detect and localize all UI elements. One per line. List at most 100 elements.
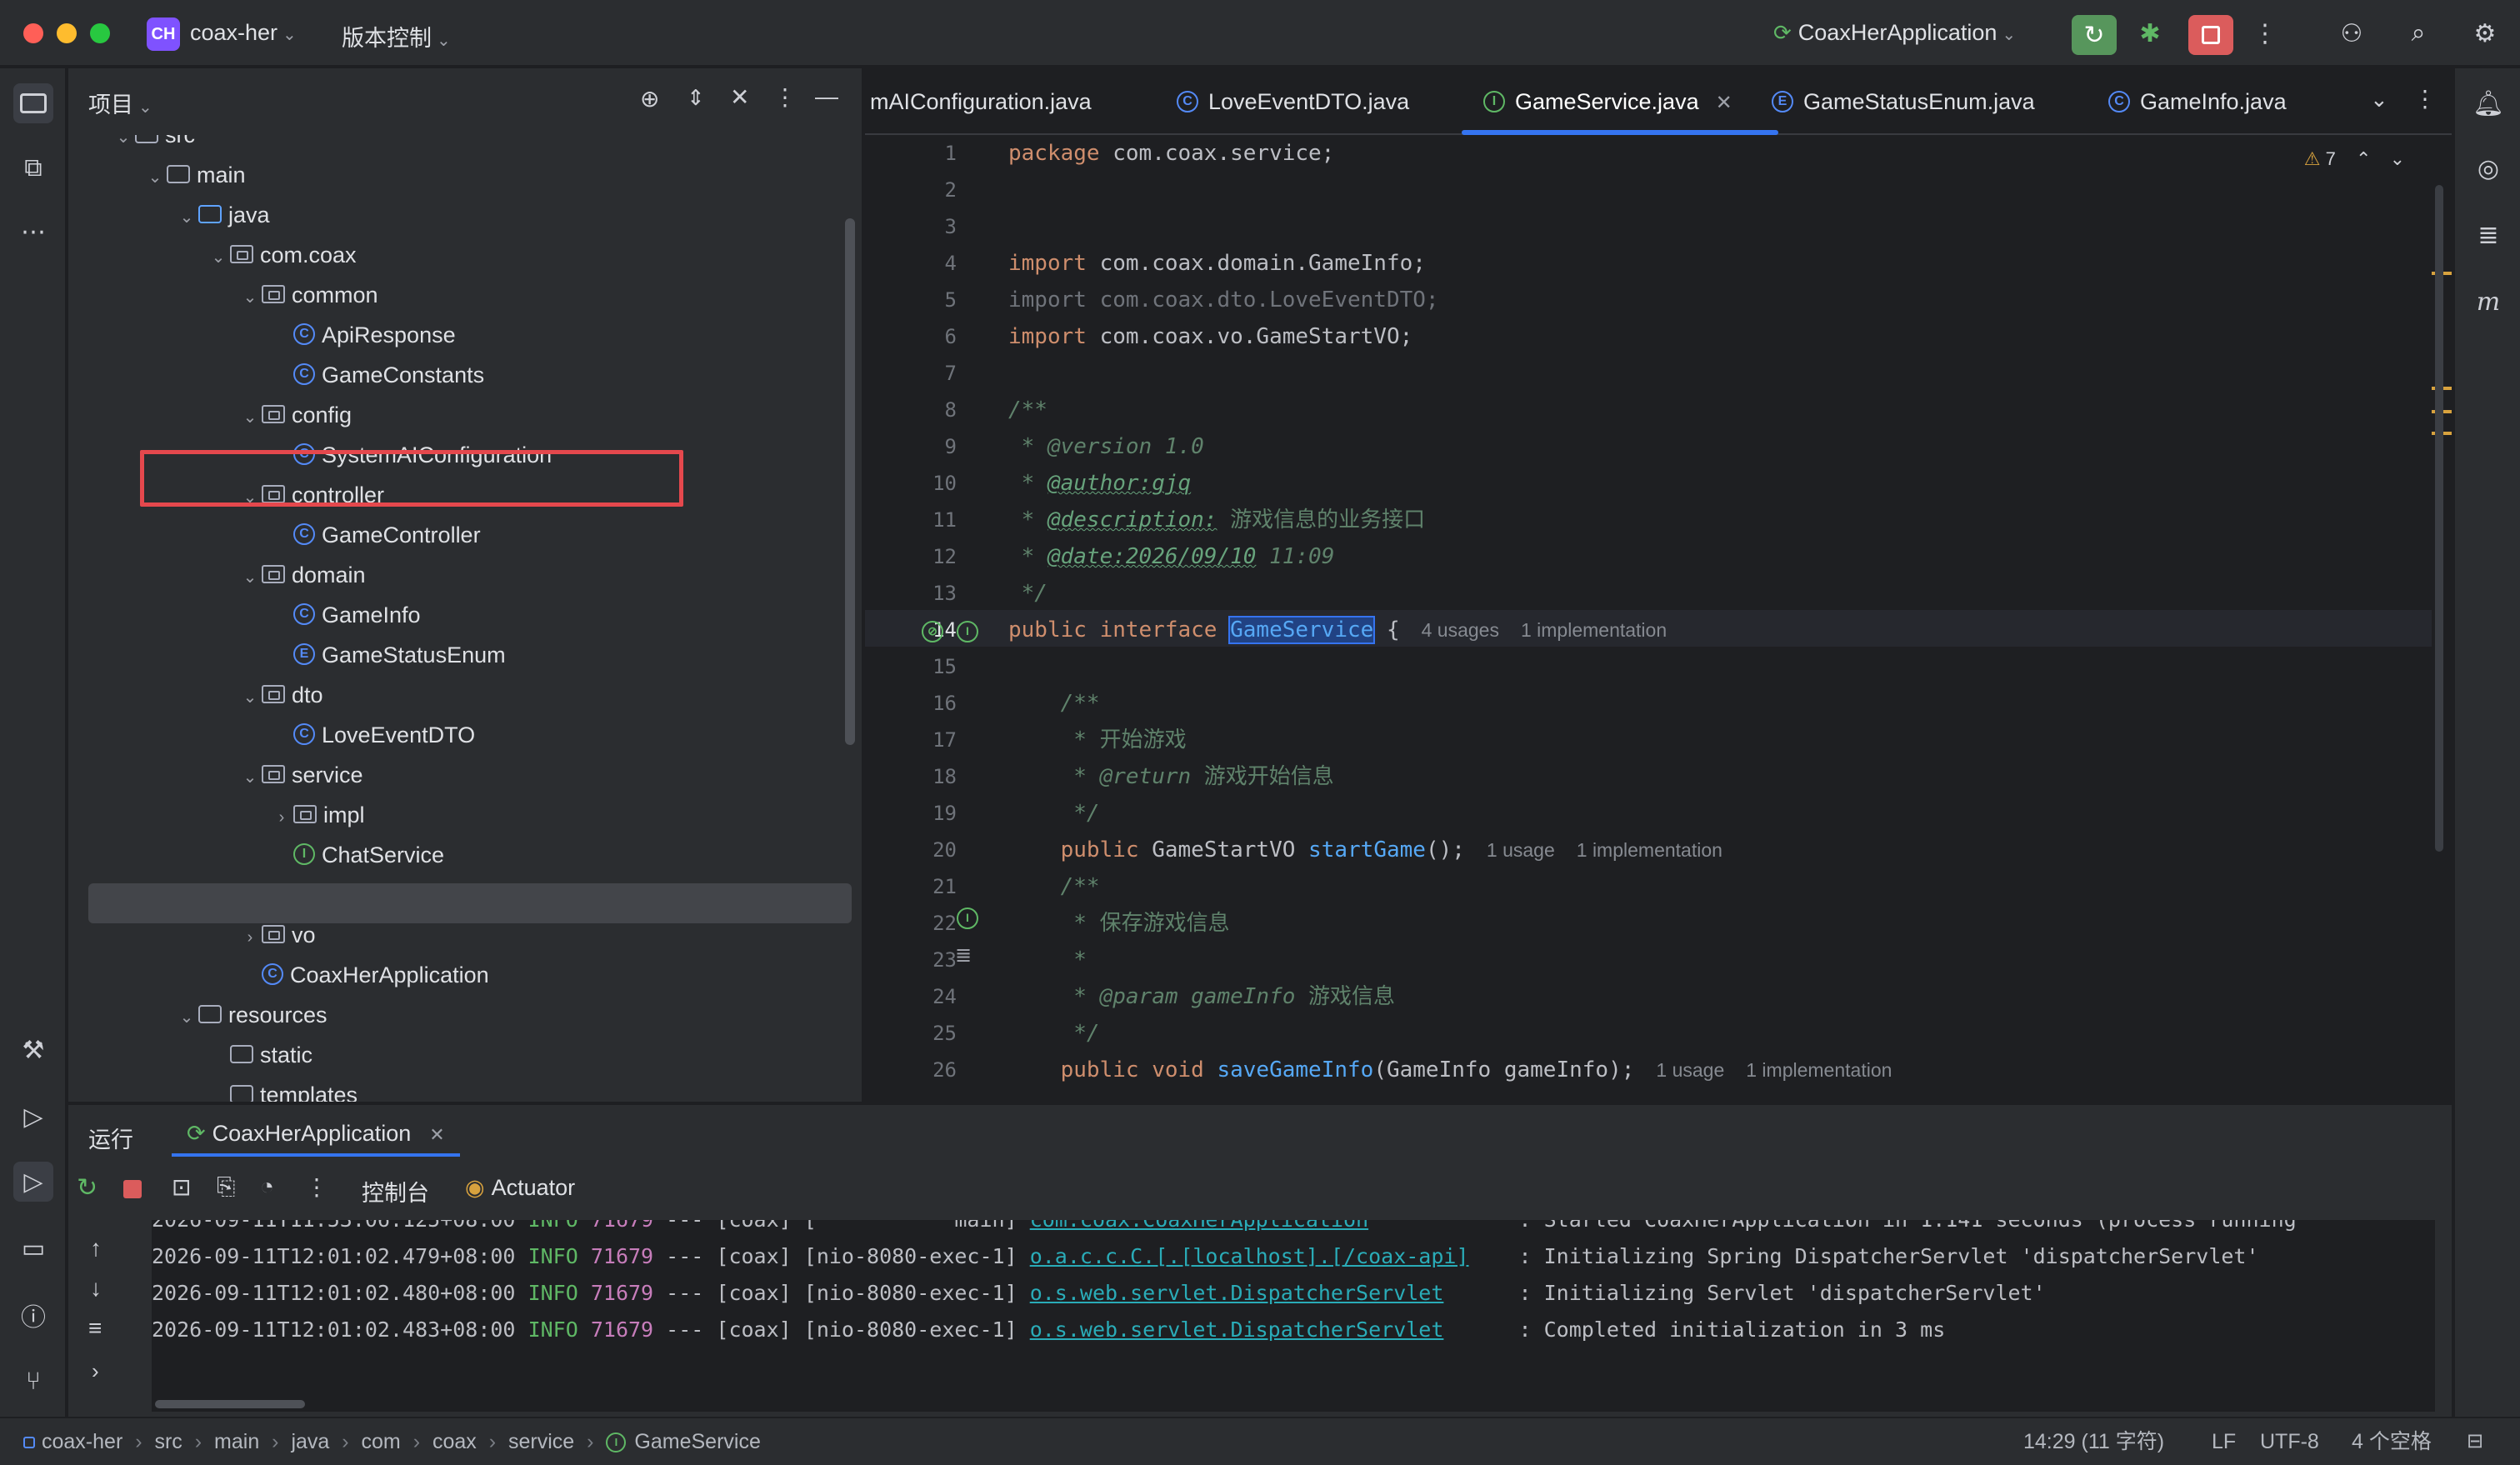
tree-item[interactable]: ⌄ resources xyxy=(68,995,852,1035)
chevron-down-icon[interactable]: ⌄ xyxy=(175,998,198,1038)
project-badge[interactable]: CH xyxy=(147,18,180,51)
tab-game-info[interactable]: C GameInfo.java xyxy=(2108,68,2287,135)
tree-item[interactable]: ⌄ main xyxy=(68,155,852,195)
breadcrumb-item[interactable]: service xyxy=(508,1430,574,1453)
git-branch-icon[interactable]: ⑂ xyxy=(13,1362,53,1402)
database-icon[interactable]: ≣ xyxy=(2468,215,2508,255)
run-more-icon[interactable]: ⋮ xyxy=(305,1173,328,1201)
problems-icon[interactable]: ⓘ xyxy=(13,1295,53,1335)
window-zoom-button[interactable] xyxy=(90,23,110,43)
more-tools-icon[interactable]: ⋯ xyxy=(13,212,53,252)
line-separator[interactable]: LF xyxy=(2212,1418,2236,1465)
panel-options-icon[interactable]: ⋮ xyxy=(773,83,797,111)
ai-assistant-icon[interactable]: ◎ xyxy=(2468,148,2508,188)
tree-item[interactable]: ⌄ service xyxy=(68,755,852,795)
close-tab-icon[interactable]: ✕ xyxy=(1716,92,1732,114)
breadcrumb-item[interactable]: com xyxy=(362,1430,401,1453)
breadcrumb-item[interactable]: coax-her xyxy=(42,1430,122,1453)
tree-item[interactable]: C GameInfo xyxy=(68,595,852,635)
more-actions-icon[interactable]: ⋮ xyxy=(2247,15,2283,52)
breadcrumb-item[interactable]: GameService xyxy=(634,1430,760,1453)
tree-item[interactable]: ⌄ src xyxy=(68,135,852,155)
tab-game-status-enum[interactable]: E GameStatusEnum.java xyxy=(1772,68,2035,135)
stop-icon[interactable] xyxy=(123,1180,142,1198)
chevron-right-icon[interactable]: › xyxy=(270,798,293,838)
stop-button[interactable] xyxy=(2188,15,2233,55)
tab-game-service[interactable]: I GameService.java ✕ xyxy=(1483,68,1732,135)
tree-item[interactable]: ⌄ dto xyxy=(68,675,852,715)
chevron-down-icon[interactable]: ⌄ xyxy=(175,198,198,238)
breadcrumb-item[interactable]: main xyxy=(214,1430,259,1453)
chevron-down-icon[interactable]: ⌄ xyxy=(238,758,262,798)
usages-hint[interactable]: 4 usages xyxy=(1422,619,1499,641)
breadcrumb-item[interactable]: coax xyxy=(432,1430,477,1453)
project-tool-folder-icon[interactable] xyxy=(13,83,53,123)
tree-item[interactable]: ⌄ common xyxy=(68,275,852,315)
window-close-button[interactable] xyxy=(23,23,43,43)
tree-item[interactable]: › impl xyxy=(68,795,852,835)
log-logger[interactable]: o.a.c.c.C.[.[localhost].[/coax-api] xyxy=(1030,1244,1469,1268)
soft-wrap-icon[interactable]: ≡ xyxy=(88,1315,102,1342)
expand-chevron-icon[interactable]: › xyxy=(92,1358,99,1384)
doc-render-toggle-icon[interactable]: ≣ xyxy=(955,943,972,968)
tree-item[interactable]: ⌄ java xyxy=(68,195,852,235)
services-icon[interactable]: ▷ xyxy=(13,1097,53,1137)
actuator-tab[interactable]: ◉ Actuator xyxy=(465,1175,575,1201)
chevron-down-icon[interactable]: ⌄ xyxy=(238,398,262,438)
debug-icon[interactable]: ✱ xyxy=(2132,15,2168,52)
settings-icon[interactable]: ⚙ xyxy=(2467,15,2503,52)
tree-item[interactable]: C ApiResponse xyxy=(68,315,852,355)
close-tab-icon[interactable]: ✕ xyxy=(429,1124,444,1145)
search-icon[interactable]: ⌕ xyxy=(2400,15,2437,52)
tree-item[interactable]: templates xyxy=(68,1075,852,1102)
file-encoding[interactable]: UTF-8 xyxy=(2260,1418,2319,1465)
hide-panel-icon[interactable]: — xyxy=(815,83,838,110)
project-view-selector[interactable]: 项目 ⌄ xyxy=(88,87,152,119)
terminal-icon[interactable]: ▭ xyxy=(13,1228,53,1268)
maven-icon[interactable]: m xyxy=(2468,282,2508,322)
chevron-down-icon[interactable]: ⌄ xyxy=(238,678,262,718)
tabs-dropdown-chevron-icon[interactable]: ⌄ xyxy=(2370,87,2388,112)
scroll-up-arrow-icon[interactable]: ↑ xyxy=(90,1235,102,1262)
chevron-down-icon[interactable]: ⌄ xyxy=(238,558,262,598)
chevron-right-icon[interactable]: › xyxy=(238,918,262,958)
lock-icon[interactable]: ⊟ xyxy=(2467,1418,2483,1465)
project-tree-scrollbar[interactable] xyxy=(845,218,855,745)
tabs-more-icon[interactable]: ⋮ xyxy=(2413,85,2437,112)
console-output[interactable]: 2026-09-11T11:53:06.125+08:00 INFO 71679… xyxy=(152,1220,2435,1412)
editor-scrollbar[interactable] xyxy=(2435,185,2443,852)
usages-hint[interactable]: 1 usage xyxy=(1656,1059,1724,1081)
tab-love-event-dto[interactable]: C LoveEventDTO.java xyxy=(1177,68,1409,135)
rerun-button[interactable]: ↻ xyxy=(2072,15,2117,55)
tree-item[interactable]: static xyxy=(68,1035,852,1075)
run-config-selector[interactable]: ⟳ CoaxHerApplication ⌄ xyxy=(1773,20,2016,46)
implementations-hint[interactable]: 1 implementation xyxy=(1577,839,1722,861)
log-logger[interactable]: com.coax.CoaxHerApplication xyxy=(1030,1220,1368,1232)
restore-layout-icon[interactable]: ⎘ xyxy=(217,1173,235,1201)
implementations-hint[interactable]: 1 implementation xyxy=(1521,619,1667,641)
scroll-down-arrow-icon[interactable]: ↓ xyxy=(90,1275,102,1302)
collapse-all-icon[interactable]: ✕ xyxy=(730,83,749,111)
chevron-down-icon[interactable]: ⌄ xyxy=(112,135,135,158)
vcs-menu[interactable]: 版本控制 ⌄ xyxy=(342,20,451,52)
tree-item[interactable]: C LoveEventDTO xyxy=(68,715,852,755)
log-logger[interactable]: o.s.web.servlet.DispatcherServlet xyxy=(1030,1281,1444,1305)
console-hscrollbar[interactable] xyxy=(155,1400,305,1408)
tree-item[interactable]: ⌄ config xyxy=(68,395,852,435)
implementation-gutter-icon[interactable]: I xyxy=(957,621,978,642)
expand-collapse-icon[interactable]: ⇕ xyxy=(687,85,705,111)
log-logger[interactable]: o.s.web.servlet.DispatcherServlet xyxy=(1030,1318,1444,1342)
breadcrumb-item[interactable]: src xyxy=(154,1430,182,1453)
camera-icon[interactable]: ⊡ xyxy=(172,1173,191,1201)
tree-item[interactable]: ⌄ domain xyxy=(68,555,852,595)
breadcrumb-item[interactable]: java xyxy=(291,1430,329,1453)
tree-item[interactable]: C GameConstants xyxy=(68,355,852,395)
notifications-bell-icon[interactable]: 🔔︎ xyxy=(2468,83,2508,123)
locate-file-icon[interactable]: ⊕ xyxy=(640,85,659,112)
run-tool-icon[interactable]: ▷ xyxy=(13,1162,53,1202)
caret-position[interactable]: 14:29 (11 字符) xyxy=(2023,1418,2164,1465)
implementation-gutter-icon[interactable]: I xyxy=(957,908,978,929)
tab-system-ai-configuration[interactable]: mAIConfiguration.java xyxy=(870,68,1092,135)
run-tab[interactable]: ⟳ CoaxHerApplication ✕ xyxy=(172,1115,460,1157)
indent-setting[interactable]: 4 个空格 xyxy=(2352,1418,2432,1465)
